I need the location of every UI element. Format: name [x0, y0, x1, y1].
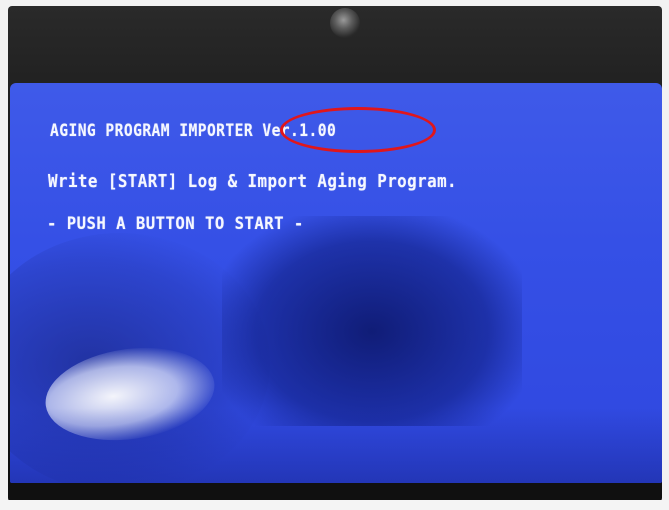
device-photo: AGING PROGRAM IMPORTER Ver.1.00 Write [S…: [0, 0, 669, 510]
screen-shading: [10, 408, 662, 483]
start-prompt: - PUSH A BUTTON TO START -: [47, 214, 304, 234]
camera-lens-icon: [330, 8, 360, 38]
background-surface: [0, 500, 669, 510]
camera-reflection: [222, 216, 522, 426]
instruction-text: Write [START] Log & Import Aging Program…: [48, 171, 458, 192]
version-highlight-circle: [280, 107, 436, 153]
